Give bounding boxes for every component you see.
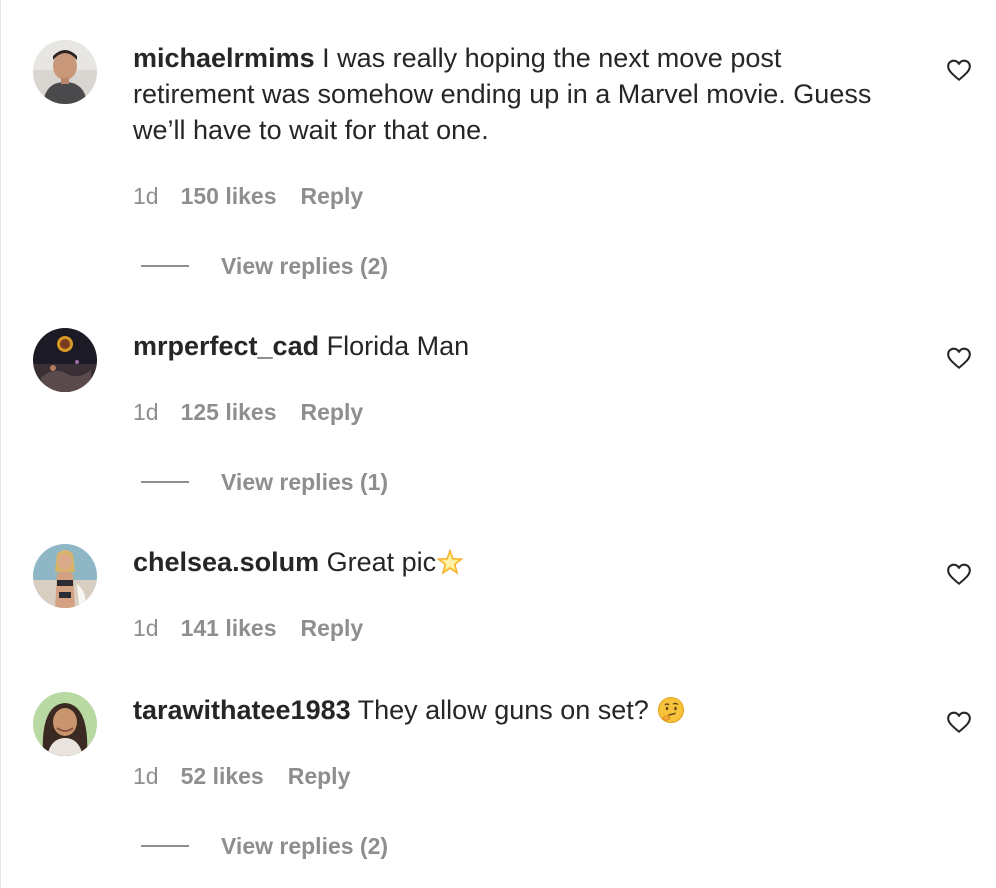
comment-text: Florida Man [326, 331, 470, 361]
comment-meta: 1d 52 likes Reply [133, 760, 350, 792]
glowing-star-emoji [437, 549, 464, 575]
avatar[interactable] [33, 328, 97, 392]
view-replies-label: View replies (1) [221, 468, 389, 495]
comment-likes[interactable]: 141 likes [181, 615, 277, 642]
reply-button[interactable]: Reply [288, 763, 351, 790]
avatar[interactable] [33, 544, 97, 608]
comment-body: tarawithatee1983 They allow guns on set? [133, 692, 893, 728]
comment-time: 1d [133, 762, 159, 789]
view-replies-button[interactable]: View replies (2) [141, 250, 388, 282]
replies-divider-line [141, 481, 189, 483]
comment-time: 1d [133, 398, 159, 425]
reply-button[interactable]: Reply [301, 615, 364, 642]
comment-username[interactable]: tarawithatee1983 [133, 695, 351, 725]
comment-time: 1d [133, 614, 159, 641]
replies-divider-line [141, 845, 189, 847]
reply-button[interactable]: Reply [301, 399, 364, 426]
replies-divider-line [141, 265, 189, 267]
avatar[interactable] [33, 40, 97, 104]
comment-meta: 1d 125 likes Reply [133, 396, 363, 428]
view-replies-button[interactable]: View replies (1) [141, 466, 388, 498]
view-replies-label: View replies (2) [221, 252, 389, 279]
heart-outline-icon[interactable] [946, 345, 972, 371]
heart-outline-icon[interactable] [946, 709, 972, 735]
comment-text: Great pic [326, 547, 437, 577]
comment-username[interactable]: mrperfect_cad [133, 331, 319, 361]
view-replies-button[interactable]: View replies (2) [141, 830, 388, 862]
panel-border [0, 0, 1, 888]
heart-outline-icon[interactable] [946, 57, 972, 83]
comment-meta: 1d 150 likes Reply [133, 180, 363, 212]
comment-username[interactable]: michaelrmims [133, 43, 315, 73]
comment-likes[interactable]: 52 likes [181, 763, 264, 790]
view-replies-label: View replies (2) [221, 832, 389, 859]
comment-likes[interactable]: 125 likes [181, 399, 277, 426]
comment-meta: 1d 141 likes Reply [133, 612, 363, 644]
comment-time: 1d [133, 182, 159, 209]
avatar[interactable] [33, 692, 97, 756]
comment-body: mrperfect_cad Florida Man [133, 328, 893, 364]
comment-body: chelsea.solum Great pic [133, 544, 893, 580]
heart-outline-icon[interactable] [946, 561, 972, 587]
thinking-face-emoji [657, 697, 684, 723]
comment-likes[interactable]: 150 likes [181, 183, 277, 210]
comment-username[interactable]: chelsea.solum [133, 547, 319, 577]
comment-body: michaelrmims I was really hoping the nex… [133, 40, 893, 148]
comment-text: They allow guns on set? [357, 695, 649, 725]
reply-button[interactable]: Reply [301, 183, 364, 210]
